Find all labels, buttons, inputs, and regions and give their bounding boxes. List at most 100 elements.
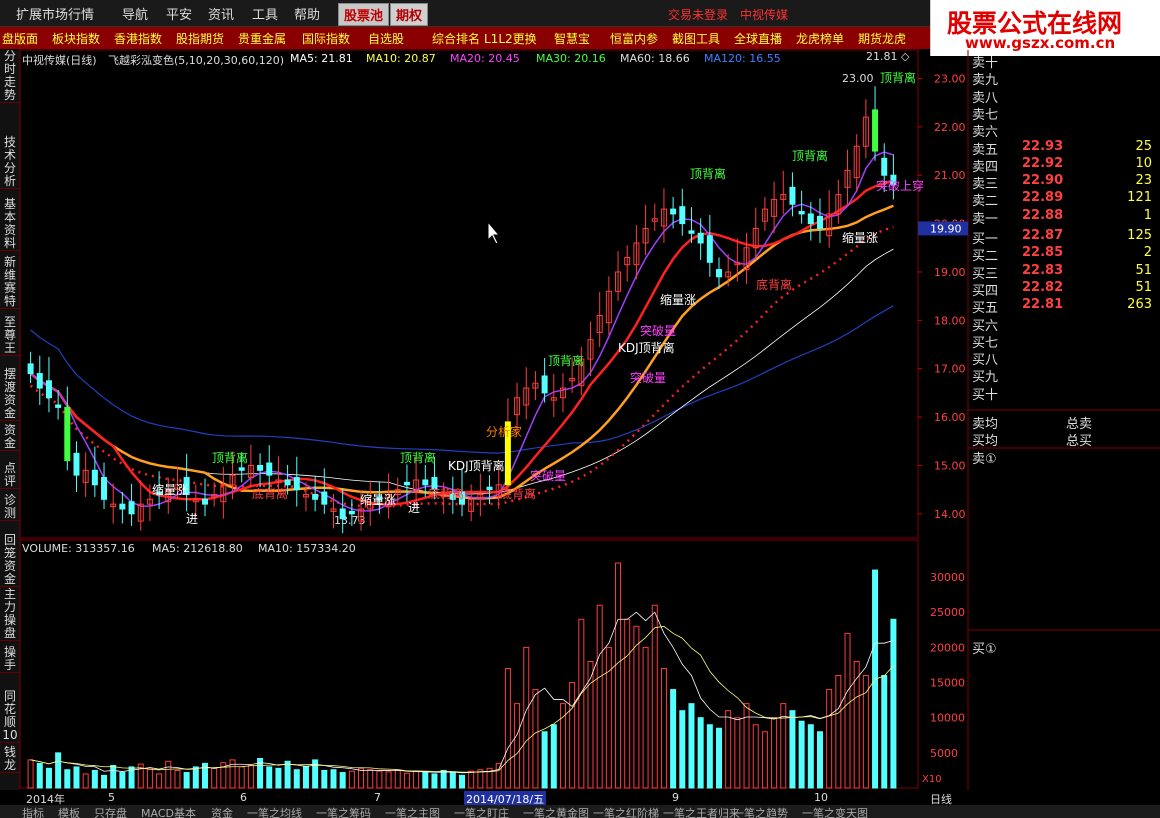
candle-body (284, 479, 291, 486)
bottom-tab[interactable]: 一笔之筹码 (316, 805, 371, 818)
bottom-tab[interactable]: MACD基本 (141, 805, 196, 818)
bottom-tab[interactable]: 一笔之王者归来 (663, 805, 740, 818)
volume-bar (275, 767, 282, 789)
order-book-row: 买九 (970, 366, 1160, 385)
volume-bar (211, 767, 218, 789)
volume-bar (27, 759, 34, 789)
chart-annotation: 缩量涨 (152, 482, 188, 497)
bottom-tab[interactable]: 一笔之变天图 (802, 805, 868, 818)
chart-annotation: 突破量 (530, 468, 566, 483)
bottom-tab[interactable]: 一笔之黄金图 (523, 805, 589, 818)
order-book-row: 买四 22.82 51 (970, 280, 1160, 299)
volume-bar (73, 766, 80, 789)
candle-body (679, 206, 686, 225)
chart-annotation: 顶背离 (880, 70, 916, 85)
volume-bar (725, 710, 732, 789)
candle-body (816, 215, 823, 229)
chart-annotation: 底背离 (500, 486, 536, 501)
kline-ma60: MA60: 18.66 (620, 52, 690, 65)
kline-title: 中视传媒(日线) (22, 54, 97, 67)
volume-bar (578, 618, 585, 789)
bottom-tab[interactable]: 一笔之趋势 (733, 805, 788, 818)
order-book-label: 买五 (972, 301, 999, 317)
order-book-buy-avg: 买均 (972, 434, 999, 449)
bottom-tab[interactable]: 一笔之均线 (247, 805, 302, 818)
bottom-tab[interactable]: 资金 (211, 805, 233, 818)
volume-bar (679, 710, 686, 789)
volume-bar (45, 767, 52, 789)
order-book-row: 卖三 22.90 23 (970, 173, 1160, 192)
volume-bar (238, 766, 245, 789)
volume-axis-label: 10000 (930, 712, 965, 725)
kline-ma5: MA5: 21.81 (290, 52, 353, 65)
price-axis-label: 18.00 (934, 314, 966, 327)
candle-body (348, 510, 355, 515)
chart-annotation: 顶背离 (400, 450, 436, 465)
price-axis-label: 16.00 (934, 411, 966, 424)
volume-bar (734, 717, 741, 789)
candle-body (706, 235, 713, 263)
candle-body (45, 380, 52, 399)
volume-axis-label: 20000 (930, 641, 965, 654)
bottom-tab[interactable]: 只存盘 (94, 805, 127, 818)
volume-bar (697, 717, 704, 789)
bottom-tab[interactable]: 模板 (58, 805, 80, 818)
volume-bar (688, 703, 695, 789)
order-book-price: 22.87 (1022, 228, 1064, 243)
bottom-tab[interactable]: 一笔之主图 (385, 805, 440, 818)
volume-bar (55, 752, 62, 789)
chart-annotation: 突破上穿 (876, 178, 924, 193)
volume-bar (247, 765, 254, 789)
bottom-tab[interactable]: 一笔之红阶梯 (593, 805, 659, 818)
volume-bar (706, 724, 713, 789)
volume-bar (422, 772, 429, 789)
order-book-price: 22.83 (1022, 262, 1064, 278)
order-book-sell-1-queue: 卖① (972, 452, 997, 467)
kline-ma30: MA30: 20.16 (536, 52, 606, 65)
volume-bar (504, 667, 511, 789)
bottom-tab[interactable]: 一笔之盯庄 (454, 805, 509, 818)
volume-bar (615, 562, 622, 789)
order-book-vol: 125 (1127, 228, 1152, 243)
order-book-price: 22.92 (1022, 155, 1064, 171)
volume-bar (660, 667, 667, 789)
order-book-label: 卖五 (972, 142, 999, 158)
volume-bar (413, 770, 420, 789)
order-book-buy-1-queue: 买① (972, 642, 997, 657)
candle-body (64, 406, 71, 462)
price-axis-label: 23.00 (934, 73, 966, 86)
ma10-line (30, 151, 894, 512)
order-book-row: 卖九 (970, 69, 1160, 88)
order-book-vol: 10 (1135, 155, 1152, 171)
candle-body (339, 508, 346, 520)
order-book-vol: 25 (1135, 138, 1152, 154)
ma120-line (30, 305, 894, 454)
kline-indicator[interactable]: 飞越彩泓变色(5,10,20,30,60,120) (108, 52, 284, 68)
candle-body (73, 452, 80, 476)
volume-bar (403, 772, 410, 789)
candle-body (872, 109, 879, 152)
volume-bar (330, 769, 337, 789)
chart-annotation: 底背离 (756, 277, 792, 292)
volume-bar (394, 769, 401, 789)
volume-bar (761, 731, 768, 789)
order-book-vol: 2 (1143, 245, 1152, 261)
volume-bar (284, 760, 291, 789)
volume-bar (624, 618, 631, 789)
volume-bar (642, 646, 649, 789)
bottom-tab[interactable]: 指标 (22, 805, 44, 818)
vol-ma10: MA10: 157334.20 (258, 542, 356, 555)
candle-body (238, 467, 245, 471)
order-book: 卖十 卖九 卖八 卖七 卖六 卖五 22.93 25 卖四 22.92 10 卖三 22.90 23 卖二 2… (970, 56, 1160, 796)
order-book-price: 22.81 (1022, 297, 1064, 313)
volume-bar (890, 618, 897, 789)
volume-bar (670, 689, 677, 789)
volume-bar (367, 769, 374, 789)
chart-annotation: KDJ顶背离 (448, 458, 505, 473)
order-book-label: 买四 (972, 283, 999, 299)
order-book-label: 卖四 (972, 159, 999, 175)
chart-annotation: 缩量涨 (660, 292, 696, 307)
volume-bar (752, 724, 759, 789)
volume-bar (771, 717, 778, 789)
chart-annotation: 进 (408, 501, 420, 515)
